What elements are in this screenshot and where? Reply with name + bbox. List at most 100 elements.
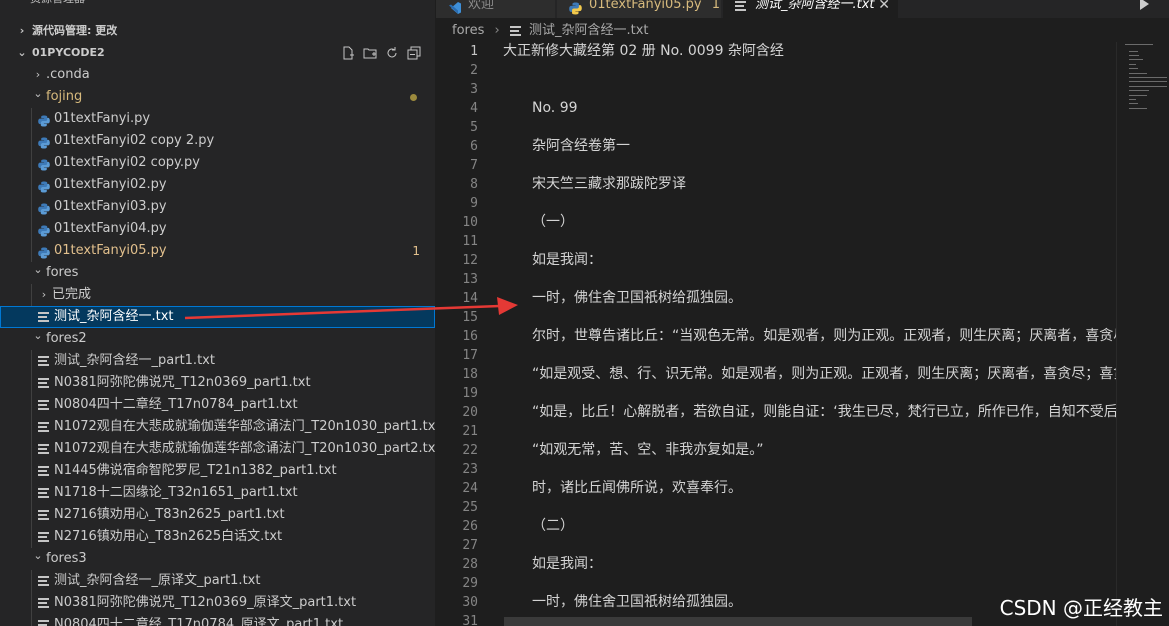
run-icon[interactable] <box>1140 0 1149 10</box>
line-number: 22 <box>462 443 478 458</box>
line-number: 28 <box>462 557 478 572</box>
tree-folder[interactable]: ⌄ fores3 <box>0 548 435 570</box>
editor-line[interactable]: 11 <box>436 232 1116 251</box>
new-file-icon[interactable] <box>341 46 355 60</box>
line-number: 23 <box>462 462 478 477</box>
line-number: 17 <box>462 348 478 363</box>
refresh-icon[interactable] <box>385 46 399 60</box>
tab-active-file[interactable]: 测试_杂阿含经一.txt ✕ <box>723 0 898 18</box>
tree-folder[interactable]: › .conda <box>0 64 435 86</box>
tree-folder[interactable]: › 已完成 <box>0 284 435 306</box>
editor-line[interactable]: 15 <box>436 308 1116 327</box>
source-control-section[interactable]: › 源代码管理: 更改 <box>0 20 435 42</box>
tree-file[interactable]: N0381阿弥陀佛说咒_T12n0369_原译文_part1.txt <box>0 592 435 614</box>
editor-line[interactable]: 9 <box>436 194 1116 213</box>
tree-folder[interactable]: ⌄ fojing <box>0 86 435 108</box>
editor-line[interactable]: 16 尔时，世尊告诸比丘：“当观色无常。如是观者，则为正观。正观者，则生厌离；厌离… <box>436 327 1116 346</box>
tree-folder[interactable]: ⌄ fores <box>0 262 435 284</box>
chevron-right-icon: › <box>494 23 500 38</box>
editor-line[interactable]: 12 如是我闻： <box>436 251 1116 270</box>
chevron-down-icon: ⌄ <box>33 87 43 100</box>
editor-line[interactable]: 20 “如是，比丘！心解脱者，若欲自证，则能自证：‘我生已尽，梵行已立，所作已作，… <box>436 403 1116 422</box>
editor-line[interactable]: 10 （一） <box>436 213 1116 232</box>
editor-line[interactable]: 24 时，诸比丘闻佛所说，欢喜奉行。 <box>436 479 1116 498</box>
tree-file[interactable]: 测试_杂阿含经一.txt <box>0 306 435 328</box>
tree-folder[interactable]: ⌄ fores2 <box>0 328 435 350</box>
tree-file[interactable]: N1072观自在大悲成就瑜伽莲华部念诵法门_T20n1030_part2.txt <box>0 438 435 460</box>
editor-line[interactable]: 21 <box>436 422 1116 441</box>
tree-file[interactable]: N1445佛说宿命智陀罗尼_T21n1382_part1.txt <box>0 460 435 482</box>
editor-line[interactable]: 6 杂阿含经卷第一 <box>436 137 1116 156</box>
line-text: 杂阿含经卷第一 <box>532 138 630 154</box>
editor-line[interactable]: 27 <box>436 536 1116 555</box>
close-icon[interactable]: ✕ <box>878 0 890 18</box>
line-text: 一时，佛住舍卫国祇树给孤独园。 <box>532 594 742 610</box>
minimap-line <box>1129 68 1138 70</box>
editor-line[interactable]: 26 （二） <box>436 517 1116 536</box>
editor-line[interactable]: 18 “如是观受、想、行、识无常。如是观者，则为正观。正观者，则生厌离；厌离者，喜… <box>436 365 1116 384</box>
line-text: “如观无常，苦、空、非我亦复如是。” <box>532 442 764 458</box>
tree-file[interactable]: N0804四十二章经_T17n0784_原译文_part1.txt <box>0 614 435 626</box>
tree-file[interactable]: N2716镇劝用心_T83n2625_part1.txt <box>0 504 435 526</box>
text-file-icon <box>38 576 49 586</box>
workspace-section[interactable]: ⌄ 01PYCODE2 <box>0 42 435 64</box>
editor-line[interactable]: 19 <box>436 384 1116 403</box>
editor-tab-bar: 欢迎 01textFanyi05.py 1 测试_杂阿含经一.txt ✕ <box>436 0 1169 18</box>
editor-line[interactable]: 2 <box>436 61 1116 80</box>
editor-line[interactable]: 23 <box>436 460 1116 479</box>
tree-file[interactable]: 测试_杂阿含经一_原译文_part1.txt <box>0 570 435 592</box>
tree-item-label: 已完成 <box>52 287 92 302</box>
editor-line[interactable]: 8 宋天竺三藏求那跋陀罗译 <box>436 175 1116 194</box>
line-text: No. 99 <box>532 100 578 116</box>
editor-line[interactable]: 13 <box>436 270 1116 289</box>
tree-item-label: 01textFanyi02 copy.py <box>54 155 200 170</box>
text-file-icon <box>38 488 49 498</box>
tab-01textfanyi05[interactable]: 01textFanyi05.py 1 <box>557 0 722 18</box>
editor-line[interactable]: 7 <box>436 156 1116 175</box>
tree-file[interactable]: 01textFanyi04.py <box>0 218 435 240</box>
tree-item-label: 测试_杂阿含经一.txt <box>54 309 174 324</box>
tab-label: 欢迎 <box>468 0 495 12</box>
editor-line[interactable]: 5 <box>436 118 1116 137</box>
tab-label: 01textFanyi05.py <box>589 0 702 12</box>
breadcrumb-folder[interactable]: fores <box>452 23 484 38</box>
tree-file[interactable]: 01textFanyi02 copy.py <box>0 152 435 174</box>
line-number: 29 <box>462 576 478 591</box>
editor-line[interactable]: 17 <box>436 346 1116 365</box>
editor-line[interactable]: 3 <box>436 80 1116 99</box>
tree-file[interactable]: N0381阿弥陀佛说咒_T12n0369_part1.txt <box>0 372 435 394</box>
tree-file[interactable]: 测试_杂阿含经一_part1.txt <box>0 350 435 372</box>
editor-line[interactable]: 1 大正新修大藏经第 02 册 No. 0099 杂阿含经 <box>436 42 1116 61</box>
tree-file[interactable]: N1072观自在大悲成就瑜伽莲华部念诵法门_T20n1030_part1.txt <box>0 416 435 438</box>
tree-file[interactable]: 01textFanyi02 copy 2.py <box>0 130 435 152</box>
editor-line[interactable]: 14 一时，佛住舍卫国祇树给孤独园。 <box>436 289 1116 308</box>
editor-line[interactable]: 25 <box>436 498 1116 517</box>
breadcrumb-file[interactable]: 测试_杂阿含经一.txt <box>529 23 649 38</box>
line-number: 11 <box>462 234 478 249</box>
tree-item-label: N1072观自在大悲成就瑜伽莲华部念诵法门_T20n1030_part2.txt <box>54 441 435 456</box>
more-actions-icon[interactable]: ··· <box>405 0 421 6</box>
text-editor[interactable]: 1 大正新修大藏经第 02 册 No. 0099 杂阿含经 2 3 4 No. 99 5 6 杂… <box>436 42 1116 626</box>
tree-file[interactable]: N0804四十二章经_T17n0784_part1.txt <box>0 394 435 416</box>
text-file-icon <box>735 1 746 11</box>
editor-line[interactable]: 29 <box>436 574 1116 593</box>
tree-file[interactable]: 01textFanyi03.py <box>0 196 435 218</box>
editor-line[interactable]: 4 No. 99 <box>436 99 1116 118</box>
horizontal-scrollbar[interactable] <box>504 617 972 626</box>
collapse-all-icon[interactable] <box>407 46 421 60</box>
tree-file[interactable]: 01textFanyi02.py <box>0 174 435 196</box>
new-folder-icon[interactable] <box>363 46 377 60</box>
tree-file[interactable]: N2716镇劝用心_T83n2625白话文.txt <box>0 526 435 548</box>
minimap[interactable] <box>1116 42 1169 626</box>
tree-file[interactable]: 01textFanyi.py <box>0 108 435 130</box>
line-text: （二） <box>532 518 574 534</box>
tree-item-label: N1072观自在大悲成就瑜伽莲华部念诵法门_T20n1030_part1.txt <box>54 419 435 434</box>
line-number: 31 <box>462 614 478 626</box>
editor-line[interactable]: 22 “如观无常，苦、空、非我亦复如是。” <box>436 441 1116 460</box>
tab-welcome[interactable]: 欢迎 <box>436 0 556 18</box>
editor-line[interactable]: 28 如是我闻： <box>436 555 1116 574</box>
line-text: 一时，佛住舍卫国祇树给孤独园。 <box>532 290 742 306</box>
tree-file[interactable]: 01textFanyi05.py 1 <box>0 240 435 262</box>
tree-file[interactable]: N1718十二因缘论_T32n1651_part1.txt <box>0 482 435 504</box>
tree-item-label: N0804四十二章经_T17n0784_part1.txt <box>54 397 298 412</box>
